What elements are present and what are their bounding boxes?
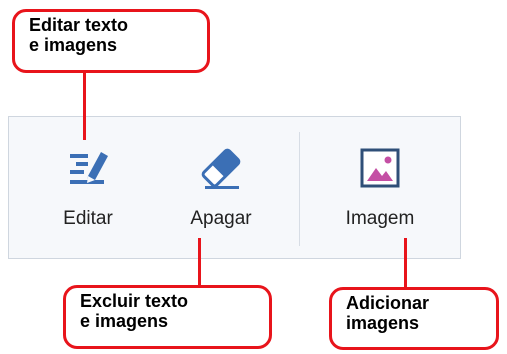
image-icon — [360, 148, 400, 188]
pencil-text-icon — [70, 152, 108, 184]
callout-erase: Excluir texto e imagens — [63, 285, 272, 349]
callout-image: Adicionar imagens — [329, 287, 499, 350]
image-button[interactable]: Imagem — [325, 146, 435, 238]
edit-button-label: Editar — [63, 208, 113, 229]
toolbar-divider — [299, 132, 300, 246]
eraser-icon — [201, 148, 241, 189]
erase-button-label: Apagar — [190, 208, 252, 229]
image-button-label: Imagem — [345, 208, 415, 229]
callout-connector-image — [404, 238, 407, 288]
erase-button[interactable]: Apagar — [166, 146, 276, 238]
callout-edit: Editar texto e imagens — [12, 9, 210, 73]
edit-button[interactable]: Editar — [33, 146, 143, 238]
callout-connector-erase — [198, 238, 201, 286]
callout-connector-edit — [83, 72, 86, 140]
